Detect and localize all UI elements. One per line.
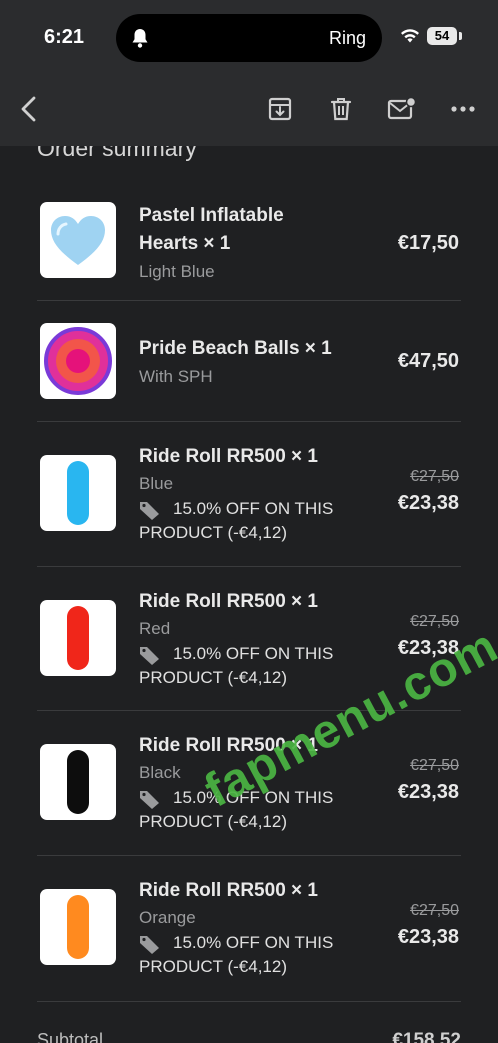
divider [37,1001,461,1002]
product-variant: Orange [139,908,196,927]
product-thumbnail-roll[interactable] [40,889,116,965]
divider [37,421,461,422]
price-tag-icon [140,790,159,809]
wifi-icon [400,28,420,49]
price-tag-icon [140,501,159,520]
product-name: Pastel Inflatable Hearts × 1 [139,205,284,254]
divider [37,300,461,301]
product-price: €17,50 [397,232,459,254]
product-thumbnail-ball[interactable] [40,323,116,399]
product-name: Ride Roll RR500 × 1 [139,446,318,467]
product-variant: Black [139,763,181,782]
product-variant: Red [139,619,171,638]
original-price: €27,50 [410,902,459,919]
mail-toolbar [0,74,498,146]
product-thumbnail-heart[interactable] [40,202,116,278]
product-thumbnail-roll[interactable] [40,455,116,531]
discount-note: 15.0% OFF ON THIS PRODUCT (-€4,12) [139,931,369,979]
discount-text: 15.0% OFF ON THIS PRODUCT (-€4,12) [139,644,334,687]
archive-icon[interactable] [265,94,295,124]
discount-note: 15.0% OFF ON THIS PRODUCT (-€4,12) [139,497,369,545]
product-price: €47,50 [397,350,459,372]
product-price: €23,38 [397,926,459,948]
status-time: 6:21 [44,26,85,48]
original-price: €27,50 [410,613,459,630]
subtotal-value: €158,52 [392,1030,461,1043]
ring-label: Ring [328,28,366,48]
email-body: Order summary Pastel Inflatable Hearts ×… [0,146,498,1043]
discount-text: 15.0% OFF ON THIS PRODUCT (-€4,12) [139,933,334,976]
trash-icon[interactable] [326,94,356,124]
original-price: €27,50 [410,468,459,485]
product-name: Ride Roll RR500 × 1 [139,880,318,901]
product-variant: With SPH [139,367,213,386]
product-thumbnail-roll[interactable] [40,744,116,820]
product-thumbnail-roll[interactable] [40,600,116,676]
discount-note: 15.0% OFF ON THIS PRODUCT (-€4,12) [139,642,369,690]
price-tag-icon [140,646,159,665]
battery-indicator: 54 [427,27,457,45]
more-icon[interactable] [448,94,478,124]
status-bar: 6:21 Ring 54 [0,0,498,74]
price-tag-icon [140,935,159,954]
bell-icon [128,26,152,55]
product-name: Ride Roll RR500 × 1 [139,591,318,612]
product-variant: Blue [139,474,174,493]
product-variant: Light Blue [139,262,215,281]
mark-unread-icon[interactable] [387,94,417,124]
back-icon[interactable] [14,94,44,124]
product-price: €23,38 [397,781,459,803]
product-price: €23,38 [397,492,459,514]
product-name: Pride Beach Balls × 1 [139,338,332,359]
divider [37,855,461,856]
divider [37,566,461,567]
subtotal-label: Subtotal [37,1030,104,1043]
original-price: €27,50 [410,757,459,774]
dynamic-island[interactable]: Ring [116,14,382,62]
discount-text: 15.0% OFF ON THIS PRODUCT (-€4,12) [139,499,334,542]
order-summary-title: Order summary [37,146,197,161]
battery-tip [459,32,462,40]
